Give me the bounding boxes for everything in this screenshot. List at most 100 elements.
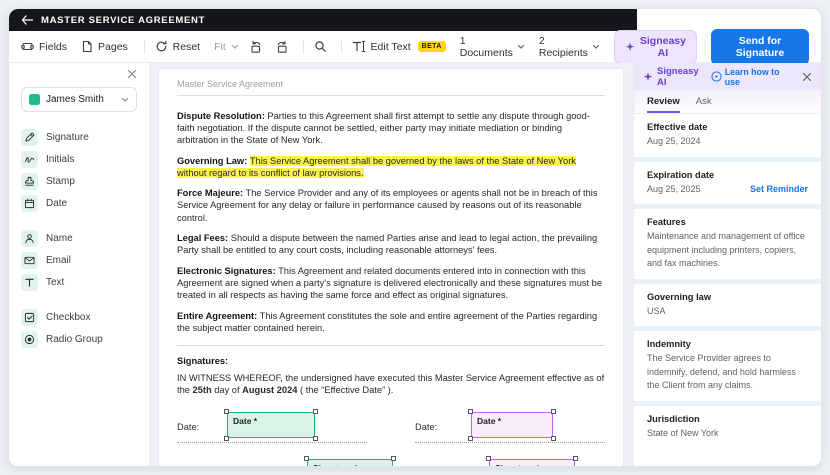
initials-icon (21, 151, 38, 168)
field-type-list: Signature Initials Stamp (21, 126, 137, 350)
resize-handle[interactable] (486, 456, 491, 461)
paragraph-electronic-signatures: Electronic Signatures: This Agreement an… (177, 265, 605, 301)
client-date-row: Date: Date * (415, 413, 605, 443)
chevron-down-icon (517, 44, 525, 50)
witness-paragraph: IN WITNESS WHEREOF, the undersigned have… (177, 372, 605, 397)
fields-icon (21, 40, 34, 53)
signature-field-client[interactable]: Signature * (489, 459, 575, 466)
radio-icon (21, 331, 38, 348)
ai-panel-close-icon[interactable] (802, 72, 812, 82)
signature-fields-area: Date: Date * Date: Date * (177, 413, 605, 466)
back-icon[interactable] (21, 15, 33, 25)
calendar-icon (21, 195, 38, 212)
sidebar-item-name[interactable]: Name (21, 227, 137, 249)
sparkle-icon (625, 42, 635, 52)
resize-handle[interactable] (224, 436, 229, 441)
resize-handle[interactable] (313, 409, 318, 414)
resize-handle[interactable] (551, 436, 556, 441)
documents-dropdown[interactable]: 1 Documents (460, 35, 525, 59)
page-divider (177, 345, 605, 346)
tab-ask[interactable]: Ask (696, 96, 712, 113)
chevron-down-icon (231, 44, 239, 50)
sidebar-item-text[interactable]: Text (21, 271, 137, 293)
client-signature-row: Client's Signature Signature * (415, 460, 605, 466)
provider-signature-row: Service Provider's Signature Signature * (177, 460, 367, 466)
chevron-down-icon (592, 44, 600, 50)
document-viewer: Master Service Agreement Dispute Resolut… (149, 63, 633, 466)
sidebar-item-date[interactable]: Date (21, 192, 137, 214)
pages-icon (81, 40, 93, 53)
resize-handle[interactable] (551, 409, 556, 414)
app-window: MASTER SERVICE AGREEMENT Fields Pages Re… (8, 8, 822, 467)
sidebar-item-checkbox[interactable]: Checkbox (21, 306, 137, 328)
fit-dropdown[interactable]: Fit (214, 41, 239, 53)
edit-text-icon (352, 40, 366, 53)
paragraph-dispute-resolution: Dispute Resolution: Parties to this Agre… (177, 110, 605, 146)
provider-date-row: Date: Date * (177, 413, 367, 443)
resize-handle[interactable] (573, 456, 578, 461)
toolbar-divider (144, 40, 145, 54)
play-icon (711, 71, 722, 82)
sidebar-item-stamp[interactable]: Stamp (21, 170, 137, 192)
checkbox-icon (21, 309, 38, 326)
signer-dropdown[interactable]: James Smith (21, 87, 137, 112)
ai-card-governing-law: Governing law USA (634, 284, 821, 327)
text-icon (21, 274, 38, 291)
signer-name: James Smith (46, 94, 115, 105)
stamp-icon (21, 173, 38, 190)
tab-review[interactable]: Review (647, 96, 680, 113)
resize-handle[interactable] (468, 409, 473, 414)
ai-panel-title: Signeasy AI (657, 66, 707, 88)
toolbar-divider (341, 40, 342, 54)
document-title: MASTER SERVICE AGREEMENT (41, 15, 205, 26)
search-button[interactable] (314, 40, 327, 53)
document-page: Master Service Agreement Dispute Resolut… (159, 69, 623, 466)
reset-icon (155, 40, 168, 53)
ai-card-expiration-date: Expiration date Aug 25, 2025 Set Reminde… (634, 162, 821, 205)
rotate-left-button[interactable] (249, 40, 263, 54)
beta-badge: BETA (418, 41, 446, 52)
sidebar-item-signature[interactable]: Signature (21, 126, 137, 148)
sidebar-item-initials[interactable]: Initials (21, 148, 137, 170)
signeasy-ai-button[interactable]: Signeasy AI (614, 30, 697, 64)
date-field-provider[interactable]: Date * (227, 412, 315, 438)
page-header: Master Service Agreement (177, 79, 605, 96)
pages-button[interactable]: Pages (81, 40, 128, 53)
sidebar-close-icon[interactable] (127, 69, 137, 83)
signatures-heading: Signatures: (177, 356, 605, 366)
main-content: James Smith Signature (9, 63, 821, 466)
sidebar-item-email[interactable]: Email (21, 249, 137, 271)
rotate-right-icon (275, 40, 289, 54)
resize-handle[interactable] (304, 456, 309, 461)
edit-text-button[interactable]: Edit Text BETA (352, 40, 446, 53)
date-field-client[interactable]: Date * (471, 412, 553, 438)
sidebar-item-radio-group[interactable]: Radio Group (21, 328, 137, 350)
fields-button[interactable]: Fields (21, 40, 67, 53)
resize-handle[interactable] (468, 436, 473, 441)
rotate-left-icon (249, 40, 263, 54)
set-reminder-link[interactable]: Set Reminder (750, 184, 808, 194)
paragraph-legal-fees: Legal Fees: Should a dispute between the… (177, 232, 605, 256)
resize-handle[interactable] (224, 409, 229, 414)
resize-handle[interactable] (313, 436, 318, 441)
learn-how-to-use-link[interactable]: Learn how to use (711, 67, 791, 87)
sparkle-icon (643, 72, 653, 82)
paragraph-force-majeure: Force Majeure: The Service Provider and … (177, 187, 605, 223)
resize-handle[interactable] (391, 456, 396, 461)
reset-button[interactable]: Reset (155, 40, 200, 53)
recipients-dropdown[interactable]: 2 Recipients (539, 35, 600, 59)
rotate-right-button[interactable] (275, 40, 289, 54)
signature-field-provider[interactable]: Signature * (307, 459, 393, 466)
fields-sidebar: James Smith Signature (9, 63, 149, 466)
send-for-signature-button[interactable]: Send for Signature (711, 29, 809, 65)
chevron-down-icon (121, 97, 129, 103)
ai-card-indemnity: Indemnity The Service Provider agrees to… (634, 331, 821, 401)
ai-panel-body: Effective date Aug 25, 2024 Expiration d… (634, 114, 821, 466)
signeasy-ai-panel: Signeasy AI Learn how to use Review Ask … (633, 63, 821, 466)
signer-color-swatch (29, 94, 40, 105)
ai-card-jurisdiction: Jurisdiction State of New York (634, 406, 821, 467)
person-icon (21, 230, 38, 247)
ai-panel-header: Signeasy AI Learn how to use (634, 63, 821, 90)
ai-panel-tabs: Review Ask (634, 90, 821, 114)
ai-card-features: Features Maintenance and management of o… (634, 209, 821, 279)
